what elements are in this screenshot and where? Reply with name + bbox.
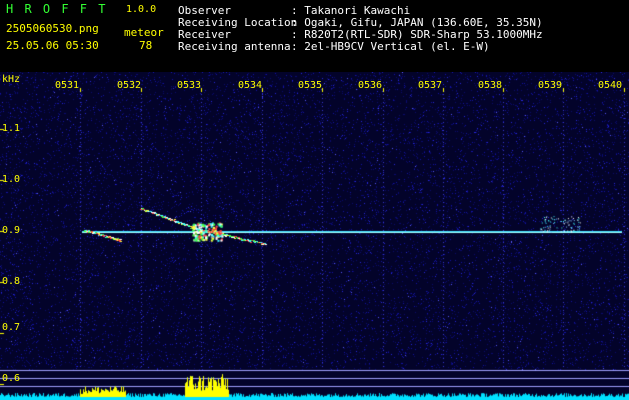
x-tick-0534: 0534: [238, 80, 263, 91]
y-tick-0.7: 0.7: [2, 322, 21, 333]
meteor-label: meteor: [124, 26, 164, 39]
y-tick-1.1: 1.1: [2, 123, 21, 134]
file-name: 2505060530.png: [6, 22, 99, 35]
x-tick-0537: 0537: [418, 80, 443, 91]
y-tick-0.8: 0.8: [2, 276, 21, 287]
header-panel: H R O F F T 1.0.0 2505060530.png meteor …: [0, 0, 629, 72]
y-tick-0.9: 0.9: [2, 225, 21, 236]
x-tick-0540: 0540: [598, 80, 623, 91]
x-tick-0533: 0533: [177, 80, 202, 91]
y-axis-unit: kHz: [2, 74, 21, 85]
x-tick-0531: 0531: [55, 80, 80, 91]
info-label-antenna: Receiving antenna: [178, 40, 291, 53]
x-tick-0532: 0532: [117, 80, 142, 91]
y-tick-0.6: 0.6: [2, 373, 21, 384]
info-value-antenna: : 2el-HB9CV Vertical (el. E-W): [291, 40, 490, 53]
file-datetime: 25.05.06 05:30: [6, 39, 99, 52]
app-version: 1.0.0: [126, 4, 157, 15]
spectrogram-canvas: [0, 72, 629, 400]
y-tick-1.0: 1.0: [2, 174, 21, 185]
x-tick-0535: 0535: [298, 80, 323, 91]
app-name: H R O F F T: [6, 2, 108, 16]
x-tick-0539: 0539: [538, 80, 563, 91]
x-tick-0536: 0536: [358, 80, 383, 91]
meteor-count: 78: [139, 39, 153, 52]
x-tick-0538: 0538: [478, 80, 503, 91]
